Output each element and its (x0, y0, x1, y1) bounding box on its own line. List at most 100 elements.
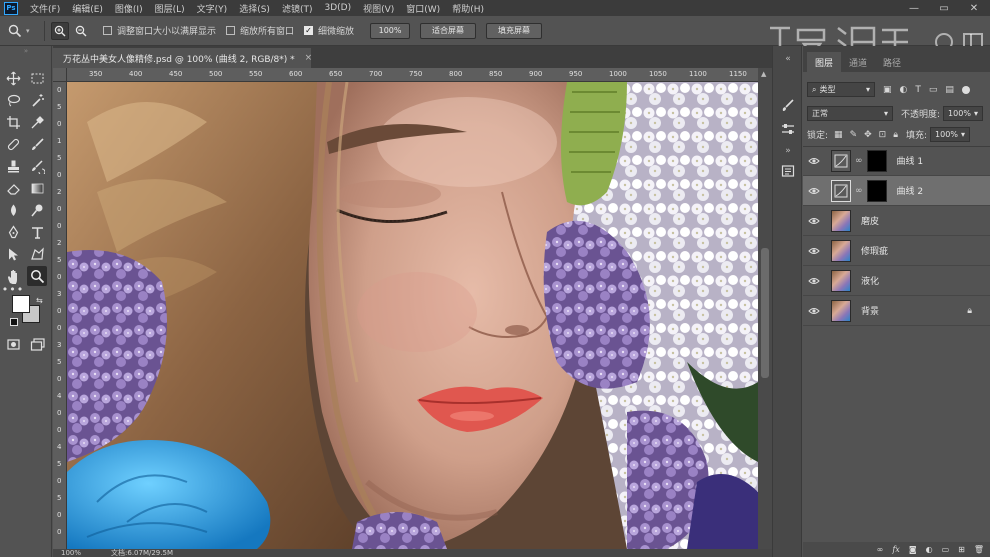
ruler-origin[interactable] (53, 68, 67, 82)
tab-channels[interactable]: 通道 (841, 52, 875, 72)
zoom-percent-button[interactable]: 100% (370, 22, 411, 39)
quick-mask-button[interactable] (3, 334, 23, 354)
properties-icon[interactable] (779, 162, 797, 180)
screen-mode-button[interactable] (27, 334, 47, 354)
mask-link-icon[interactable]: ∞ (855, 156, 863, 166)
tool-preset-picker[interactable]: ▾ (0, 24, 38, 38)
crop-tool[interactable] (3, 112, 23, 132)
path-selection-tool[interactable] (3, 244, 23, 264)
filter-adjustment-icon[interactable]: ◐ (900, 85, 908, 95)
clone-stamp-tool[interactable] (3, 156, 23, 176)
tab-layers[interactable]: 图层 (807, 52, 842, 72)
menu-image[interactable]: 图像(I) (109, 2, 149, 15)
opacity-field[interactable]: 100% ▾ (943, 106, 984, 121)
close-tab-icon[interactable]: × (305, 53, 313, 63)
lock-transparent-icon[interactable]: ▦ (834, 130, 843, 140)
filter-type-dropdown[interactable]: ⌕ 类型 ▾ (807, 82, 875, 97)
menu-select[interactable]: 选择(S) (233, 2, 276, 15)
maximize-icon[interactable]: ▭ (930, 0, 958, 16)
menu-edit[interactable]: 编辑(E) (66, 2, 109, 15)
fill-field[interactable]: 100% ▾ (930, 127, 971, 142)
menu-window[interactable]: 窗口(W) (400, 2, 446, 15)
type-tool[interactable] (27, 222, 47, 242)
new-group-icon[interactable]: ▭ (942, 545, 950, 554)
link-layers-icon[interactable]: ∞ (877, 545, 884, 554)
menu-filter[interactable]: 滤镜(T) (276, 2, 319, 15)
magic-wand-tool[interactable] (27, 90, 47, 110)
mask-link-icon[interactable]: ∞ (855, 186, 863, 196)
visibility-eye-icon[interactable] (803, 307, 825, 315)
close-window-icon[interactable]: ✕ (960, 0, 988, 16)
menu-type[interactable]: 文字(Y) (191, 2, 234, 15)
dodge-tool[interactable] (27, 200, 47, 220)
layer-style-icon[interactable]: fx (892, 545, 899, 554)
filter-pixel-icon[interactable]: ▣ (883, 85, 892, 95)
status-zoom[interactable]: 100% (61, 549, 81, 557)
menu-layer[interactable]: 图层(L) (149, 2, 191, 15)
marquee-tool[interactable] (27, 68, 47, 88)
visibility-eye-icon[interactable] (803, 187, 825, 195)
blur-tool[interactable] (3, 200, 23, 220)
brush-tool[interactable] (27, 134, 47, 154)
move-tool[interactable] (3, 68, 23, 88)
scroll-thumb[interactable] (761, 248, 769, 378)
healing-brush-tool[interactable] (3, 134, 23, 154)
menu-view[interactable]: 视图(V) (357, 2, 400, 15)
fit-screen-button[interactable]: 适合屏幕 (420, 22, 477, 39)
horizontal-ruler[interactable]: 350 400 450 500 550 600 650 700 750 800 850 900 950 1… (67, 68, 758, 82)
visibility-eye-icon[interactable] (803, 217, 825, 225)
adjustments-icon[interactable] (779, 120, 797, 138)
layer-mask-thumbnail[interactable] (866, 149, 887, 172)
lasso-tool[interactable] (3, 90, 23, 110)
layer-row-liquify[interactable]: 液化 (803, 266, 990, 296)
history-brush-tool[interactable] (27, 156, 47, 176)
zoom-all-windows-checkbox[interactable]: 缩放所有窗口 (226, 24, 294, 37)
resize-windows-checkbox[interactable]: 调整窗口大小以满屏显示 (103, 24, 216, 37)
blend-mode-dropdown[interactable]: 正常 ▾ (807, 106, 893, 121)
layer-mask-thumbnail[interactable] (866, 179, 887, 202)
new-adjustment-layer-icon[interactable]: ◐ (926, 545, 933, 554)
zoom-in-button[interactable] (51, 21, 69, 40)
add-mask-icon[interactable]: ◙ (909, 545, 917, 554)
custom-shape-tool[interactable] (27, 244, 47, 264)
lock-icon[interactable]: 🔒︎ (967, 306, 972, 316)
minimize-icon[interactable]: — (900, 0, 928, 16)
menu-help[interactable]: 帮助(H) (446, 2, 490, 15)
default-colors-icon[interactable] (10, 318, 18, 326)
vertical-scrollbar[interactable]: ▲ (758, 68, 772, 549)
visibility-eye-icon[interactable] (803, 157, 825, 165)
vertical-ruler[interactable]: 0 5 0 1 5 0 2 0 0 2 5 0 3 0 0 3 5 0 4 0 0 4 5 0 5 0 0 (53, 82, 67, 549)
layer-row-curves-2[interactable]: ∞ 曲线 2 (803, 176, 990, 206)
eyedropper-tool[interactable] (27, 112, 47, 132)
menu-file[interactable]: 文件(F) (24, 2, 66, 15)
filter-toggle-icon[interactable] (961, 85, 970, 94)
visibility-eye-icon[interactable] (803, 247, 825, 255)
lock-position-icon[interactable]: ✥ (864, 130, 872, 140)
zoom-tool[interactable] (27, 266, 47, 286)
trash-icon[interactable]: 🗑︎ (974, 545, 984, 554)
visibility-eye-icon[interactable] (803, 277, 825, 285)
lock-all-icon[interactable]: 🔒︎ (893, 130, 898, 140)
gradient-tool[interactable] (27, 178, 47, 198)
zoom-out-button[interactable] (72, 22, 90, 40)
collapse-dock-icon[interactable]: « (779, 50, 797, 68)
brush-settings-icon[interactable] (779, 96, 797, 114)
lock-artboard-icon[interactable]: ⊡ (879, 130, 887, 140)
swap-colors-icon[interactable]: ⇆ (36, 296, 43, 305)
lock-image-icon[interactable]: ✎ (850, 130, 858, 140)
new-layer-icon[interactable]: ⊞ (958, 545, 965, 554)
edit-toolbar-button[interactable]: ••• (2, 282, 23, 296)
filter-smart-object-icon[interactable]: ▤ (945, 85, 954, 95)
fill-screen-button[interactable]: 填充屏幕 (486, 22, 543, 39)
eraser-tool[interactable] (3, 178, 23, 198)
scrubby-zoom-checkbox[interactable]: ✓ 细微缩放 (304, 24, 354, 37)
document-canvas[interactable] (67, 82, 758, 549)
tab-paths[interactable]: 路径 (875, 52, 909, 72)
layer-row-curves-1[interactable]: ∞ 曲线 1 (803, 146, 990, 176)
pen-tool[interactable] (3, 222, 23, 242)
document-tab[interactable]: 万花丛中美女人像精修.psd @ 100% (曲线 2, RGB/8*) * × (53, 48, 313, 68)
scroll-up-icon[interactable]: ▲ (761, 70, 766, 78)
filter-shape-icon[interactable]: ▭ (929, 85, 938, 95)
expand-dock-icon[interactable]: » (779, 142, 797, 160)
foreground-color-swatch[interactable] (12, 295, 30, 313)
